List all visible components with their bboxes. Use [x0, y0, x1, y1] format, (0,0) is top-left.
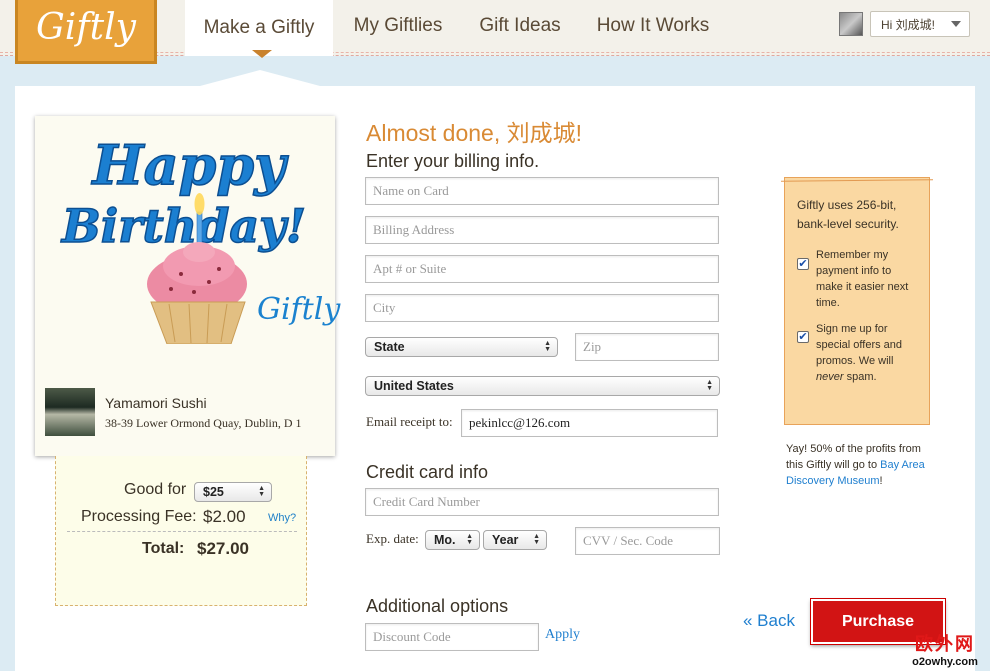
- merchant-address: 38-39 Lower Ormond Quay, Dublin, D 1: [105, 416, 302, 430]
- happy-text: Happy: [91, 133, 290, 197]
- placeholder: Name on Card: [373, 183, 449, 198]
- good-for-amount-select[interactable]: $25 ▲ ▼: [194, 482, 272, 502]
- email-receipt-label: Email receipt to:: [366, 414, 453, 429]
- country-value: United States: [374, 379, 454, 393]
- chevron-down-icon: [951, 21, 961, 27]
- cvv-input[interactable]: CVV / Sec. Code: [575, 527, 720, 555]
- birthday-text: Birthday!: [60, 199, 306, 253]
- pricing-summary: Good for $25 ▲ ▼ Processing Fee: $2.00 Wh…: [55, 456, 307, 606]
- logo-text: Giftly: [36, 7, 136, 48]
- discount-code-input[interactable]: Discount Code: [365, 623, 539, 651]
- charity-text-end: !: [879, 475, 883, 487]
- active-tab-indicator-icon: [252, 50, 272, 58]
- placeholder: Zip: [583, 339, 602, 354]
- state-value: State: [374, 340, 405, 354]
- total-label: Total:: [142, 540, 185, 557]
- purchase-label: Purchase: [841, 612, 915, 630]
- zip-input[interactable]: Zip: [575, 333, 719, 361]
- price-divider: [67, 531, 297, 532]
- special-offers-label: Sign me up for special offers and promos…: [816, 321, 916, 385]
- good-for-label: Good for: [124, 481, 187, 498]
- placeholder: City: [373, 300, 396, 315]
- select-arrows-icon: ▲ ▼: [544, 340, 551, 353]
- tab-label: Gift Ideas: [479, 15, 561, 36]
- security-info-box: Giftly uses 256-bit, bank-level security…: [784, 177, 930, 425]
- tab-label: How It Works: [596, 15, 710, 36]
- exp-date-label: Exp. date:: [366, 531, 419, 546]
- remember-payment-label: Remember my payment info to make it easi…: [816, 249, 909, 309]
- billing-heading: Enter your billing info.: [366, 151, 540, 171]
- avatar[interactable]: [839, 12, 863, 36]
- watermark-cn: 欧外网: [915, 634, 975, 654]
- tab-make-a-giftly[interactable]: Make a Giftly: [185, 0, 333, 56]
- additional-options-heading: Additional options: [366, 596, 509, 616]
- back-link[interactable]: « Back: [743, 611, 795, 631]
- tab-label: Make a Giftly: [203, 17, 315, 38]
- state-select[interactable]: State ▲ ▼: [365, 337, 558, 357]
- credit-card-number-input[interactable]: Credit Card Number: [365, 488, 719, 516]
- special-offers-checkbox[interactable]: ✔: [797, 331, 809, 343]
- watermark-en: o2owhy.com: [912, 656, 978, 668]
- processing-fee-value: $2.00: [203, 507, 246, 526]
- select-arrows-icon: ▲ ▼: [466, 533, 473, 546]
- placeholder: Billing Address: [373, 222, 455, 237]
- country-select[interactable]: United States ▲ ▼: [365, 376, 720, 396]
- exp-month-select[interactable]: Mo. ▲ ▼: [425, 530, 480, 550]
- name-on-card-input[interactable]: Name on Card: [365, 177, 719, 205]
- year-value: Year: [492, 533, 519, 547]
- credit-card-heading: Credit card info: [366, 462, 489, 482]
- offers-text: Sign me up for special offers and promos…: [816, 323, 903, 367]
- tab-my-giftlies[interactable]: My Giftlies: [344, 0, 452, 52]
- select-arrows-icon: ▲ ▼: [706, 379, 713, 392]
- select-arrows-icon: ▲ ▼: [258, 485, 265, 498]
- merchant-name: Yamamori Sushi: [105, 395, 207, 411]
- page-title: Almost done, 刘成城!: [366, 120, 583, 146]
- placeholder: Discount Code: [373, 629, 451, 644]
- checkmark-icon: ✔: [798, 331, 808, 343]
- exp-year-select[interactable]: Year ▲ ▼: [483, 530, 547, 550]
- panel-notch: [200, 70, 320, 86]
- email-value: pekinlcc@126.com: [469, 415, 571, 430]
- merchant-photo: [45, 388, 95, 436]
- tab-gift-ideas[interactable]: Gift Ideas: [468, 0, 572, 52]
- tab-how-it-works[interactable]: How It Works: [588, 0, 718, 52]
- placeholder: CVV / Sec. Code: [583, 533, 674, 548]
- select-arrows-icon: ▲ ▼: [533, 533, 540, 546]
- charity-note: Yay! 50% of the profits from this Giftly…: [786, 441, 932, 489]
- gift-card-preview: Happy Birthday! Giftly Yamamori Sushi 38…: [35, 116, 340, 456]
- security-text: Giftly uses 256-bit, bank-level security…: [797, 198, 899, 231]
- remember-payment-checkbox[interactable]: ✔: [797, 258, 809, 270]
- checkmark-icon: ✔: [798, 258, 808, 270]
- total-value: $27.00: [197, 539, 249, 558]
- email-receipt-input[interactable]: pekinlcc@126.com: [461, 409, 718, 437]
- giftly-logo[interactable]: Giftly: [15, 0, 157, 64]
- offers-text-end: spam.: [843, 371, 877, 383]
- site-watermark: 欧外网 o2owhy.com: [904, 630, 986, 668]
- placeholder: Credit Card Number: [373, 494, 480, 509]
- apt-suite-input[interactable]: Apt # or Suite: [365, 255, 719, 283]
- user-menu-dropdown[interactable]: Hi 刘成城!: [870, 11, 970, 37]
- user-greeting: Hi 刘成城!: [881, 17, 936, 32]
- amount-value: $25: [203, 485, 224, 499]
- why-fee-link[interactable]: Why?: [268, 512, 296, 524]
- apply-discount-link[interactable]: Apply: [545, 627, 580, 643]
- placeholder: Apt # or Suite: [373, 261, 447, 276]
- processing-fee-label: Processing Fee:: [81, 508, 197, 525]
- city-input[interactable]: City: [365, 294, 719, 322]
- billing-address-input[interactable]: Billing Address: [365, 216, 719, 244]
- card-brand-logo: Giftly: [257, 292, 341, 327]
- offers-emphasis: never: [816, 371, 844, 383]
- tab-label: My Giftlies: [353, 15, 443, 36]
- month-value: Mo.: [434, 533, 456, 547]
